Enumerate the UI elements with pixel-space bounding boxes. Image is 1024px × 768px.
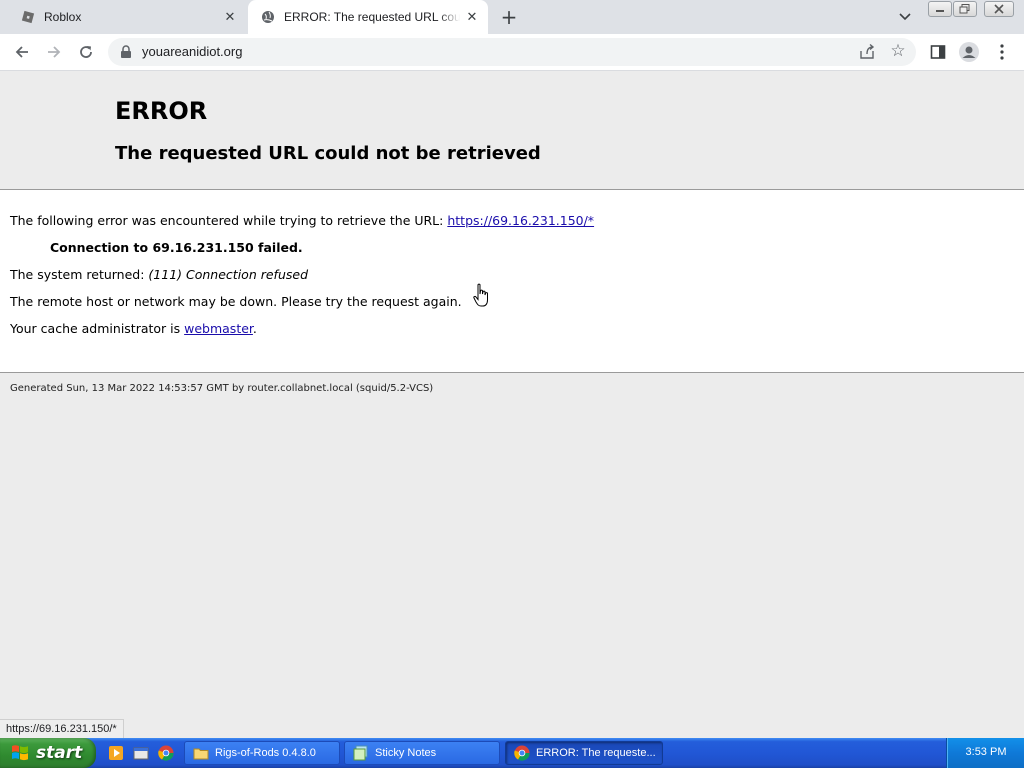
bookmark-star-icon[interactable]: ☆ xyxy=(888,41,908,61)
minimize-button[interactable] xyxy=(928,1,952,17)
start-button[interactable]: start xyxy=(0,738,96,768)
system-tray: 3:53 PM xyxy=(946,738,1024,768)
page-title: ERROR xyxy=(115,97,208,125)
profile-avatar-icon[interactable] xyxy=(959,42,979,62)
intro-line: The following error was encountered whil… xyxy=(10,213,594,228)
tab-roblox[interactable]: Roblox ✕ xyxy=(0,0,246,34)
intro-text: The following error was encountered whil… xyxy=(10,213,448,228)
tab-search-chevron-icon[interactable] xyxy=(896,8,914,26)
taskbar-button-rigs-of-rods[interactable]: Rigs-of-Rods 0.4.8.0 xyxy=(184,741,340,765)
side-panel-icon[interactable] xyxy=(928,42,948,62)
clock[interactable]: 3:53 PM xyxy=(947,746,1024,758)
taskbar-button-sticky-notes[interactable]: Sticky Notes xyxy=(344,741,500,765)
error-header: ERROR The requested URL could not be ret… xyxy=(0,71,1024,190)
back-arrow-icon[interactable] xyxy=(12,42,32,62)
forward-arrow-icon[interactable] xyxy=(44,42,64,62)
reload-icon[interactable] xyxy=(76,42,96,62)
taskbar-button-label: Sticky Notes xyxy=(375,747,437,759)
start-label: start xyxy=(36,743,83,763)
error-content: The following error was encountered whil… xyxy=(0,190,1024,373)
page-subtitle: The requested URL could not be retrieved xyxy=(115,143,541,164)
tab-title: Roblox xyxy=(44,10,82,24)
taskbar-button-label: Rigs-of-Rods 0.4.8.0 xyxy=(215,747,316,759)
taskbar-button-label: ERROR: The requeste... xyxy=(536,747,656,759)
cache-suffix: . xyxy=(252,321,257,336)
webmaster-link[interactable]: webmaster xyxy=(184,321,253,336)
generated-footer: Generated Sun, 13 Mar 2022 14:53:57 GMT … xyxy=(10,383,434,394)
share-icon[interactable] xyxy=(858,43,876,61)
cache-line: Your cache administrator is webmaster. xyxy=(10,321,257,336)
menu-kebab-icon[interactable] xyxy=(992,42,1012,62)
system-prefix: The system returned: xyxy=(10,267,149,282)
close-icon[interactable]: ✕ xyxy=(464,9,480,25)
close-icon[interactable]: ✕ xyxy=(222,9,238,25)
tab-error[interactable]: ERROR: The requested URL could not be re… xyxy=(248,0,488,34)
globe-icon xyxy=(260,9,276,25)
new-tab-button[interactable]: + xyxy=(499,7,519,27)
media-player-icon[interactable] xyxy=(108,745,124,761)
explorer-quick-icon[interactable] xyxy=(133,745,149,761)
system-value: (111) Connection refused xyxy=(148,267,308,282)
address-bar[interactable]: youareanidiot.org ☆ xyxy=(108,38,916,66)
lock-icon[interactable] xyxy=(120,44,134,60)
chrome-icon xyxy=(514,745,530,761)
requested-url-link[interactable]: https://69.16.231.150/* xyxy=(447,213,594,228)
address-text[interactable]: youareanidiot.org xyxy=(142,44,242,59)
taskbar: start Rigs-of-Rods 0.4.8.0 Sticky Notes … xyxy=(0,738,1024,768)
cache-text: Your cache administrator is xyxy=(10,321,185,336)
system-line: The system returned: (111) Connection re… xyxy=(10,267,308,282)
restore-button[interactable] xyxy=(953,1,977,17)
browser-toolbar: youareanidiot.org ☆ xyxy=(0,34,1024,71)
chrome-quick-icon[interactable] xyxy=(158,745,174,761)
tab-strip: Roblox ✕ ERROR: The requested URL could … xyxy=(0,0,1024,34)
error-detail: Connection to 69.16.231.150 failed. xyxy=(50,240,303,255)
page-viewport: ERROR The requested URL could not be ret… xyxy=(0,71,1024,738)
remote-host-text: The remote host or network may be down. … xyxy=(10,294,462,309)
sticky-notes-icon xyxy=(353,745,368,761)
tab-title: ERROR: The requested URL could not be re… xyxy=(284,10,460,24)
taskbar-button-chrome-error[interactable]: ERROR: The requeste... xyxy=(505,741,663,765)
hand-cursor-icon xyxy=(473,283,491,309)
close-window-button[interactable] xyxy=(984,1,1014,17)
windows-flag-icon xyxy=(12,745,28,761)
roblox-icon xyxy=(20,9,36,25)
folder-icon xyxy=(193,748,209,760)
status-bubble: https://69.16.231.150/* xyxy=(0,719,124,738)
